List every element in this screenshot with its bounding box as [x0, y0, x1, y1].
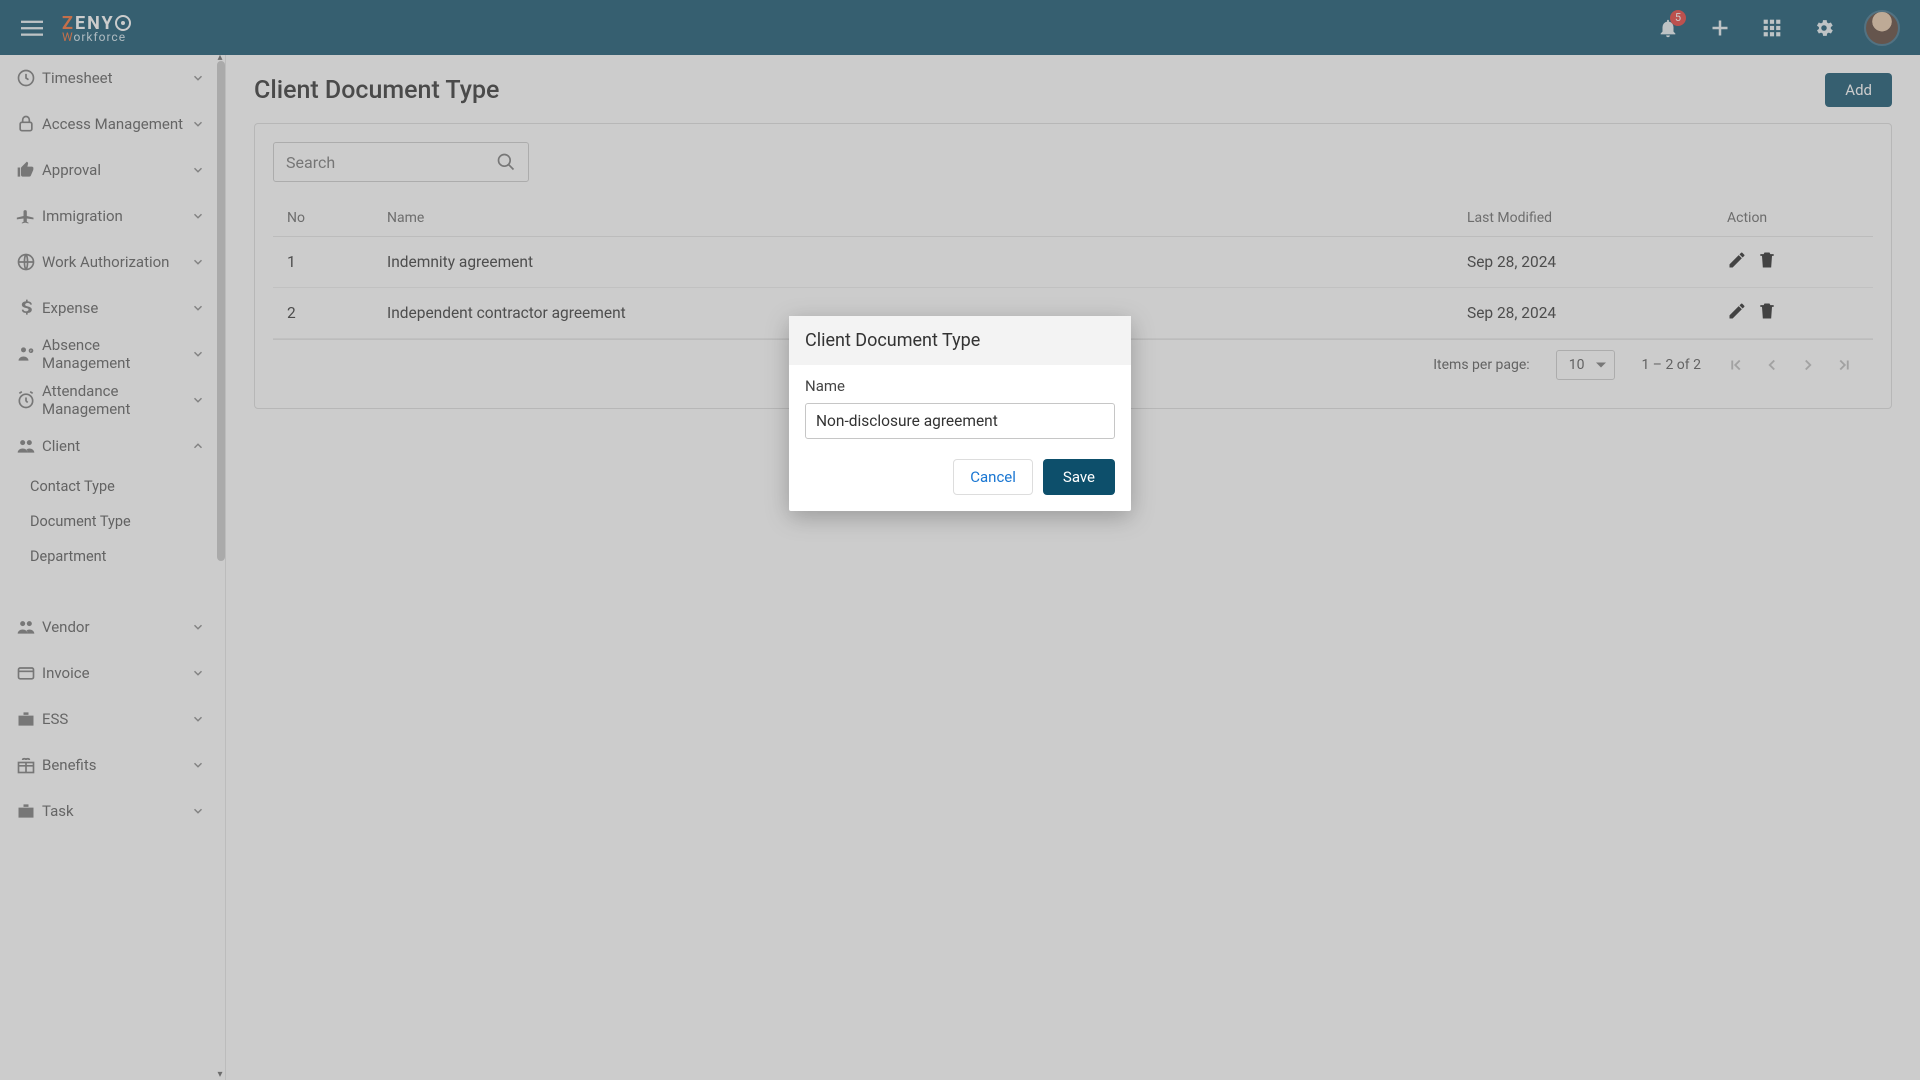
- modal-overlay[interactable]: Client Document Type Name Cancel Save: [0, 0, 1920, 1080]
- name-input[interactable]: [805, 403, 1115, 439]
- client-document-type-dialog: Client Document Type Name Cancel Save: [789, 316, 1131, 511]
- dialog-title: Client Document Type: [789, 316, 1131, 365]
- name-label: Name: [805, 377, 1115, 395]
- cancel-button[interactable]: Cancel: [953, 459, 1033, 495]
- save-button[interactable]: Save: [1043, 459, 1115, 495]
